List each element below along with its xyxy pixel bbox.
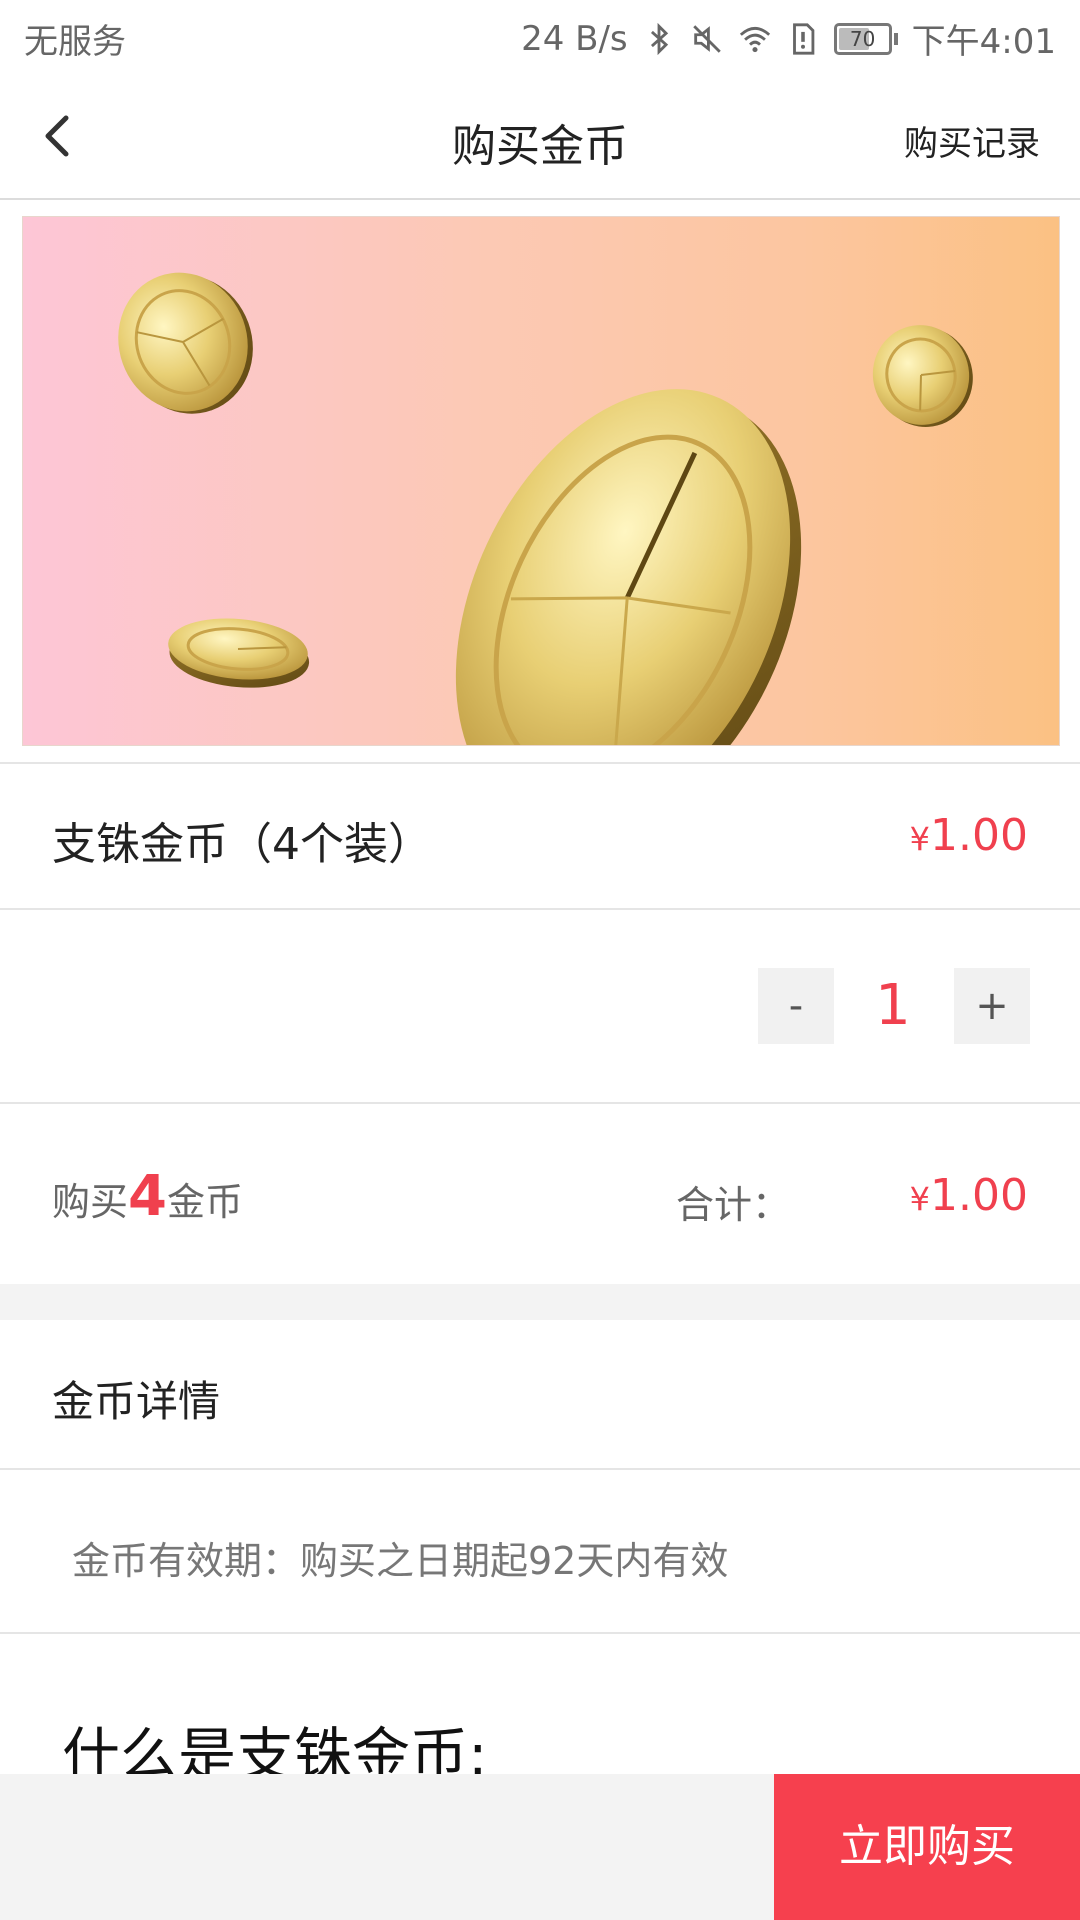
gold-coin-illustration — [118, 272, 973, 745]
status-icons: 24 B/s 70 下午4:01 — [521, 14, 1056, 63]
gold-coin-banner — [22, 216, 1060, 746]
buy-now-button[interactable]: 立即购买 — [774, 1774, 1080, 1920]
nav-bar: 购买金币 购买记录 — [0, 76, 1080, 200]
divider — [0, 908, 1080, 910]
product-price: ¥1.00 — [909, 810, 1028, 861]
wifi-icon — [739, 26, 770, 52]
bluetooth-icon — [650, 22, 668, 55]
purchase-history-link[interactable]: 购买记录 — [904, 116, 1040, 165]
sim-alert-icon — [792, 22, 814, 55]
gold-coin-icon — [455, 389, 802, 745]
increase-quantity-button[interactable]: + — [954, 968, 1030, 1044]
details-heading: 金币详情 — [52, 1377, 221, 1426]
carrier-text: 无服务 — [24, 22, 126, 62]
gold-coin-icon — [168, 618, 310, 688]
decrease-quantity-button[interactable]: - — [758, 968, 834, 1044]
gold-coin-icon — [118, 272, 253, 414]
section-separator — [0, 1284, 1080, 1320]
purchase-summary: 购买4金币 — [52, 1164, 243, 1229]
clock: 下午4:01 — [911, 22, 1056, 62]
divider — [0, 1102, 1080, 1104]
mute-icon — [692, 24, 721, 53]
network-speed: 24 B/s — [521, 18, 628, 59]
product-name: 支铢金币（4个装） — [52, 819, 432, 870]
validity-text: 金币有效期：购买之日期起92天内有效 — [72, 1539, 729, 1583]
status-bar: 无服务 24 B/s 70 下午4:01 — [0, 0, 1080, 76]
coin-count: 4 — [128, 1164, 167, 1229]
bottom-bar: 立即购买 — [0, 1774, 1080, 1920]
divider — [0, 1468, 1080, 1470]
divider — [0, 762, 1080, 764]
total-price: ¥1.00 — [909, 1170, 1028, 1221]
quantity-value: 1 — [875, 973, 911, 1038]
battery-icon: 70 — [833, 22, 898, 55]
total-label: 合计： — [676, 1183, 791, 1227]
divider — [0, 1632, 1080, 1634]
gold-coin-icon — [872, 325, 973, 427]
